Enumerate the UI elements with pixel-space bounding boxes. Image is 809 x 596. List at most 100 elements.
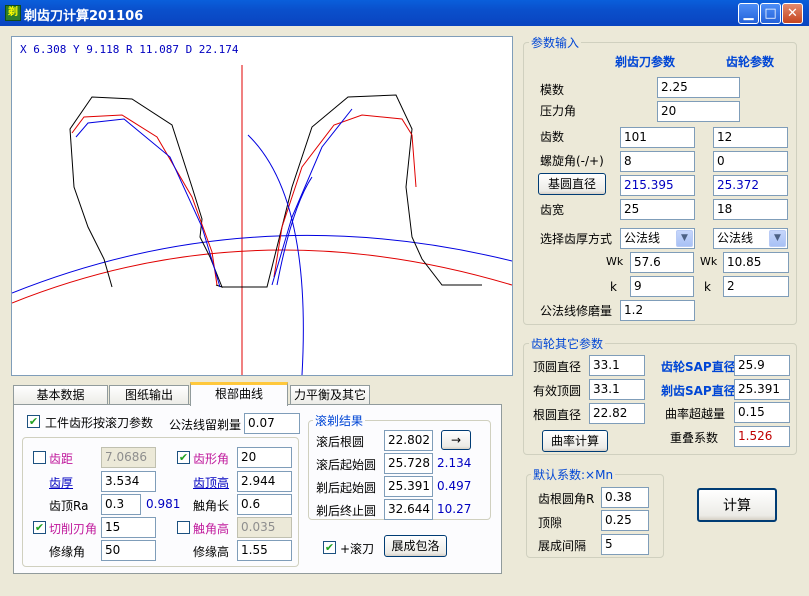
over-curvature-input[interactable]: 0.15 <box>734 402 790 423</box>
shaver-sap-input[interactable]: 25.391 <box>734 379 790 400</box>
maximize-button[interactable]: □ <box>760 3 781 24</box>
tip-ra-side-value: 0.981 <box>146 497 181 511</box>
profile-drawing <box>12 65 512 375</box>
gear-face-width-input[interactable]: 18 <box>713 199 788 220</box>
pitch-input: 7.0686 <box>101 447 156 468</box>
after-start-label: 滚后起始圆 <box>316 458 377 472</box>
shaver-wk-label: Wk <box>606 255 624 268</box>
left-tooth-red <box>71 114 218 286</box>
grind-amount-input[interactable]: 1.2 <box>620 300 695 321</box>
profile-angle-checkbox[interactable]: ✔ <box>177 451 190 464</box>
profile-angle-input[interactable]: 20 <box>237 447 292 468</box>
gear-helix-input[interactable]: 0 <box>713 151 788 172</box>
gear-sap-label: 齿轮SAP直径 <box>661 360 736 374</box>
gear-method-value: 公法线 <box>717 231 754 245</box>
clearance-input[interactable]: 0.25 <box>601 510 649 531</box>
grind-amount-label: 公法线修磨量 <box>540 304 613 318</box>
generation-spacing-input[interactable]: 5 <box>601 534 649 555</box>
root-fillet-input[interactable]: 0.38 <box>601 487 649 508</box>
shave-start-input[interactable]: 25.391 <box>384 476 433 497</box>
gear-method-select[interactable]: 公法线 ▼ <box>713 228 788 249</box>
thickness-label[interactable]: 齿厚 <box>49 474 73 491</box>
shaver-k-input[interactable]: 9 <box>630 276 694 297</box>
shaver-wk-input[interactable]: 57.6 <box>630 252 694 273</box>
after-start-side: 2.134 <box>437 456 472 470</box>
module-label: 模数 <box>540 83 565 97</box>
shaver-method-select[interactable]: 公法线 ▼ <box>620 228 695 249</box>
after-start-input[interactable]: 25.728 <box>384 453 433 474</box>
addendum-input[interactable]: 2.944 <box>237 471 292 492</box>
root-fillet-label: 齿根圆角R <box>538 492 595 506</box>
cut-edge-input[interactable]: 15 <box>101 517 156 538</box>
tip-ra-input[interactable]: 0.3 <box>101 494 141 515</box>
base-diameter-button[interactable]: 基圆直径 <box>538 173 606 195</box>
shaver-method-value: 公法线 <box>624 231 661 245</box>
involute-blue <box>247 134 304 375</box>
root-diameter-label: 根圆直径 <box>533 408 582 422</box>
tip-diameter-input[interactable]: 33.1 <box>589 355 645 376</box>
horn-height-input: 0.035 <box>237 517 292 538</box>
shave-start-side: 0.497 <box>437 479 472 493</box>
trim-height-input[interactable]: 1.55 <box>237 540 292 561</box>
close-button[interactable]: ✕ <box>782 3 803 24</box>
thickness-input[interactable]: 3.534 <box>101 471 156 492</box>
gear-teeth-input[interactable]: 12 <box>713 127 788 148</box>
shaver-col-header: 剃齿刀参数 <box>615 55 676 69</box>
gear-k-input[interactable]: 2 <box>723 276 789 297</box>
over-curvature-label: 曲率超越量 <box>665 407 726 421</box>
pitch-checkbox[interactable] <box>33 451 46 464</box>
cut-edge-checkbox[interactable]: ✔ <box>33 521 46 534</box>
shaver-teeth-input[interactable]: 101 <box>620 127 695 148</box>
face-width-label: 齿宽 <box>540 203 565 217</box>
minimize-button[interactable]: ▁ <box>738 3 759 24</box>
envelope-button[interactable]: 展成包洛 <box>384 535 447 557</box>
horn-height-label: 触角高 <box>193 522 230 536</box>
effective-tip-input[interactable]: 33.1 <box>589 379 645 400</box>
tab-force-balance[interactable]: 力平衡及其它 <box>290 385 370 405</box>
tooth-profile-plot[interactable]: X 6.308 Y 9.118 R 11.087 D 22.174 <box>11 36 513 376</box>
gear-wk-input[interactable]: 10.85 <box>723 252 789 273</box>
shaver-base-diameter[interactable]: 215.395 <box>620 175 695 196</box>
title-bar: 剃 剃齿刀计算201106 ▁ □ ✕ <box>0 0 809 26</box>
input-group-title: 参数输入 <box>529 34 582 51</box>
tip-ra-label: 齿顶Ra <box>49 499 89 513</box>
addendum-label[interactable]: 齿顶高 <box>193 474 229 491</box>
result-title: 滚剃结果 <box>313 412 366 429</box>
tab-root-curve[interactable]: 根部曲线 <box>190 382 288 406</box>
gear-sap-input[interactable]: 25.9 <box>734 355 790 376</box>
trim-angle-input[interactable]: 50 <box>101 540 156 561</box>
clearance-label: 顶隙 <box>538 516 563 530</box>
grind-stock-input[interactable]: 0.07 <box>244 413 300 434</box>
gear-col-header: 齿轮参数 <box>726 55 775 69</box>
pressure-angle-input[interactable]: 20 <box>657 101 740 122</box>
helix-angle-label: 螺旋角(-/+) <box>540 154 604 168</box>
chevron-down-icon[interactable]: ▼ <box>769 230 786 247</box>
arrow-right-button[interactable]: → <box>441 430 471 450</box>
workpiece-checkbox[interactable]: ✔ <box>27 415 40 428</box>
after-root-input[interactable]: 22.802 <box>384 430 433 451</box>
grind-stock-label: 公法线留剃量 <box>169 418 242 432</box>
chevron-down-icon[interactable]: ▼ <box>676 230 693 247</box>
gear-base-diameter[interactable]: 25.372 <box>713 175 788 196</box>
horn-length-label: 触角长 <box>193 499 230 513</box>
tab-drawing-output[interactable]: 图纸输出 <box>109 385 189 405</box>
right-tooth-blue <box>271 108 353 286</box>
gear-k-label: k <box>704 280 711 294</box>
cut-edge-label: 切削刃角 <box>49 522 98 536</box>
tab-basic-data[interactable]: 基本数据 <box>13 385 108 405</box>
calculate-button[interactable]: 计算 <box>697 488 777 522</box>
horn-length-input[interactable]: 0.6 <box>237 494 292 515</box>
hob-checkbox[interactable]: ✔ <box>323 541 336 554</box>
blue-circle-arc <box>12 234 512 294</box>
red-circle-arc <box>12 249 512 304</box>
effective-tip-label: 有效顶圆 <box>533 384 582 398</box>
shaver-face-width-input[interactable]: 25 <box>620 199 695 220</box>
curvature-calc-button[interactable]: 曲率计算 <box>542 430 608 452</box>
shave-end-input[interactable]: 32.644 <box>384 499 433 520</box>
shaver-helix-input[interactable]: 8 <box>620 151 695 172</box>
window-title: 剃齿刀计算201106 <box>24 9 144 24</box>
module-input[interactable]: 2.25 <box>657 77 740 98</box>
horn-height-checkbox[interactable] <box>177 521 190 534</box>
root-diameter-input[interactable]: 22.82 <box>589 403 645 424</box>
profile-angle-label: 齿形角 <box>193 452 230 466</box>
